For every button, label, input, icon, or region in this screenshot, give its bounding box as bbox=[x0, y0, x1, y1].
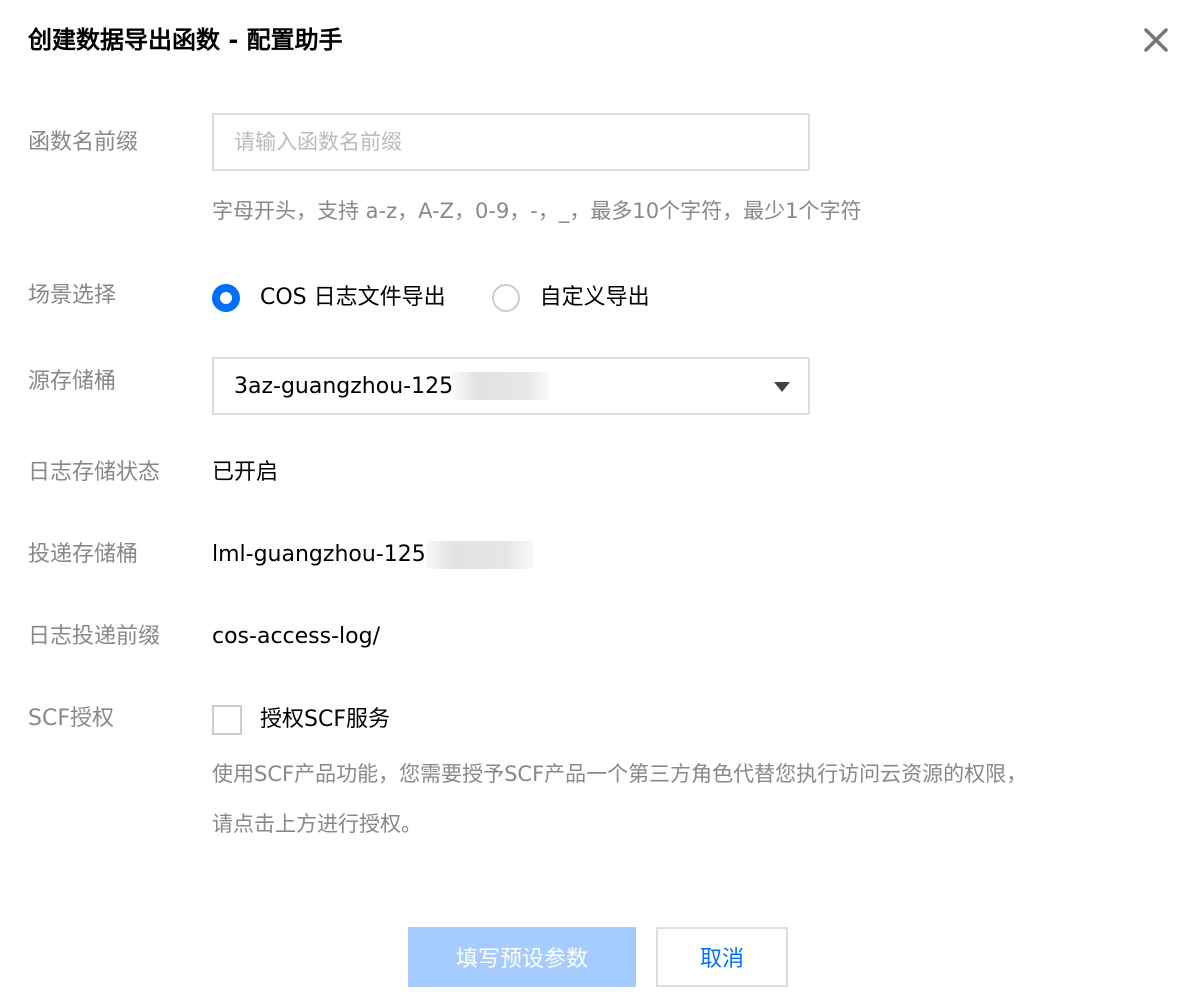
prefix-label: 函数名前缀 bbox=[28, 130, 139, 155]
close-button[interactable] bbox=[1138, 22, 1174, 58]
scf-auth-hint-line1: 使用SCF产品功能，您需要授予SCF产品一个第三方角色代替您执行访问云资源的权限… bbox=[212, 762, 1028, 786]
radio-label: 自定义导出 bbox=[539, 285, 650, 310]
radio-unchecked-icon bbox=[491, 284, 520, 312]
scene-radio-group: COS 日志文件导出 自定义导出 bbox=[212, 282, 696, 314]
cancel-button[interactable]: 取消 bbox=[656, 927, 788, 987]
fill-preset-params-button[interactable]: 填写预设参数 bbox=[408, 927, 636, 987]
scf-auth-checkbox-label: 授权SCF服务 bbox=[260, 707, 390, 732]
dialog-title: 创建数据导出函数 - 配置助手 bbox=[28, 26, 343, 54]
source-bucket-value: 3az-guangzhou-125 bbox=[234, 373, 454, 399]
close-icon bbox=[1144, 28, 1168, 52]
source-bucket-select[interactable]: 3az-guangzhou-125 bbox=[212, 357, 810, 415]
radio-label: COS 日志文件导出 bbox=[260, 285, 446, 310]
log-status-value: 已开启 bbox=[212, 460, 279, 485]
radio-checked-icon bbox=[212, 284, 240, 312]
checkbox-unchecked-icon bbox=[212, 705, 242, 735]
scf-auth-checkbox[interactable]: 授权SCF服务 bbox=[212, 705, 390, 735]
delivery-bucket-label: 投递存储桶 bbox=[28, 542, 139, 567]
radio-custom-export[interactable]: 自定义导出 bbox=[491, 283, 650, 313]
delivery-prefix-value: cos-access-log/ bbox=[212, 624, 380, 649]
redacted-mask bbox=[453, 372, 550, 400]
delivery-bucket-row: lml-guangzhou-125 bbox=[212, 540, 534, 570]
log-status-label: 日志存储状态 bbox=[28, 460, 161, 485]
scene-label: 场景选择 bbox=[28, 283, 117, 308]
source-bucket-label: 源存储桶 bbox=[28, 369, 117, 394]
radio-cos-log-export[interactable]: COS 日志文件导出 bbox=[212, 283, 446, 313]
prefix-input[interactable] bbox=[212, 113, 810, 171]
prefix-hint: 字母开头，支持 a-z，A-Z，0-9，-，_，最多10个字符，最少1个字符 bbox=[212, 199, 862, 223]
delivery-bucket-value: lml-guangzhou-125 bbox=[212, 542, 426, 567]
scf-auth-hint-line2: 请点击上方进行授权。 bbox=[212, 812, 422, 836]
caret-down-icon bbox=[774, 381, 790, 393]
delivery-prefix-label: 日志投递前缀 bbox=[28, 624, 161, 649]
redacted-mask bbox=[425, 541, 534, 569]
scf-auth-label: SCF授权 bbox=[28, 706, 114, 731]
